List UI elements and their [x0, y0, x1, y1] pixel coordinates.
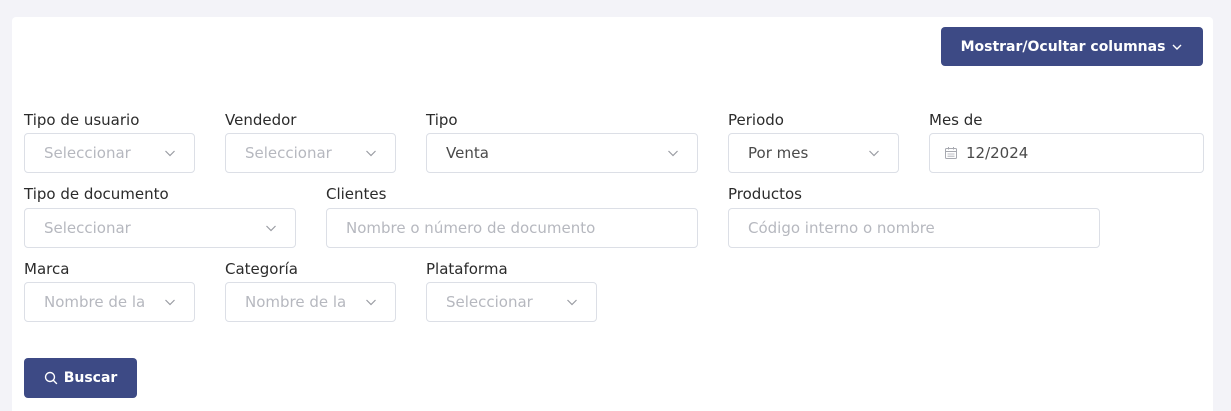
document-type-label: Tipo de documento: [24, 185, 169, 203]
products-field: [728, 208, 1100, 248]
user-type-placeholder: Seleccionar: [44, 144, 131, 162]
platform-select[interactable]: Seleccionar: [426, 282, 597, 322]
clients-field: [326, 208, 698, 248]
month-value: 12/2024: [966, 144, 1029, 162]
chevron-down-icon: [165, 299, 175, 306]
chevron-down-icon: [567, 299, 577, 306]
search-button-label: Buscar: [63, 370, 118, 386]
brand-placeholder: Nombre de la: [44, 293, 146, 311]
type-value: Venta: [446, 144, 489, 162]
period-value: Por mes: [748, 144, 809, 162]
category-label: Categoría: [225, 260, 299, 278]
chevron-down-icon: [266, 225, 276, 232]
search-icon: [44, 371, 57, 385]
month-label: Mes de: [929, 111, 983, 129]
chevron-down-icon: [165, 150, 175, 157]
brand-select[interactable]: Nombre de la: [24, 282, 195, 322]
clients-label: Clientes: [326, 185, 387, 203]
products-input[interactable]: [748, 219, 1081, 237]
user-type-label: Tipo de usuario: [24, 111, 140, 129]
type-label: Tipo: [426, 111, 458, 129]
period-select[interactable]: Por mes: [728, 133, 899, 173]
chevron-down-icon: [869, 150, 879, 157]
brand-label: Marca: [24, 260, 70, 278]
document-type-placeholder: Seleccionar: [44, 219, 131, 237]
user-type-select[interactable]: Seleccionar: [24, 133, 195, 173]
category-select[interactable]: Nombre de la: [225, 282, 396, 322]
toggle-columns-button[interactable]: Mostrar/Ocultar columnas: [941, 27, 1203, 66]
month-date-picker[interactable]: 12/2024: [929, 133, 1204, 173]
calendar-icon: [945, 147, 957, 159]
chevron-down-icon: [1172, 44, 1182, 50]
category-placeholder: Nombre de la: [245, 293, 347, 311]
chevron-down-icon: [668, 150, 678, 157]
seller-label: Vendedor: [225, 111, 297, 129]
seller-select[interactable]: Seleccionar: [225, 133, 396, 173]
document-type-select[interactable]: Seleccionar: [24, 208, 296, 248]
period-label: Periodo: [728, 111, 784, 129]
platform-placeholder: Seleccionar: [446, 293, 533, 311]
seller-placeholder: Seleccionar: [245, 144, 332, 162]
chevron-down-icon: [366, 150, 376, 157]
type-select[interactable]: Venta: [426, 133, 698, 173]
products-label: Productos: [728, 185, 802, 203]
clients-input[interactable]: [346, 219, 679, 237]
toggle-columns-label: Mostrar/Ocultar columnas: [960, 38, 1166, 55]
search-button[interactable]: Buscar: [24, 358, 137, 398]
platform-label: Plataforma: [426, 260, 508, 278]
chevron-down-icon: [366, 299, 376, 306]
